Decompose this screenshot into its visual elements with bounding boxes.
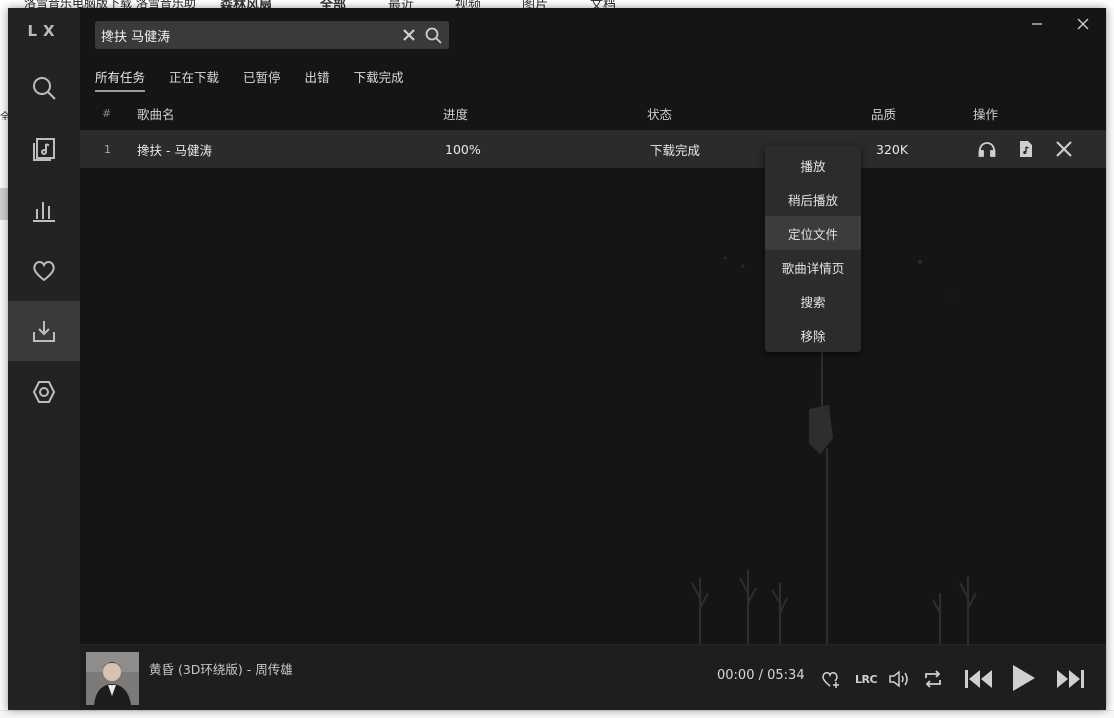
current-time: 00:00: [717, 668, 755, 683]
tab-completed[interactable]: 下载完成: [354, 68, 404, 92]
leaderboard-icon: [33, 202, 55, 222]
tab-all-tasks[interactable]: 所有任务: [95, 68, 146, 92]
next-track-button[interactable]: [1054, 663, 1086, 695]
table-row[interactable]: 1 搀扶 - 马健涛 100% 下载完成 320K: [80, 130, 1106, 168]
row-play-button[interactable]: [975, 130, 999, 168]
background-browser-topbar: 洛雪音乐电脑版下载 洛雪音乐助 森林风扇 全部 最近 视频 图片 文档: [0, 0, 1114, 8]
background-tab: 图片: [522, 0, 549, 8]
background-tab: 全部: [320, 0, 347, 8]
row-progress: 100%: [445, 141, 481, 157]
main-panel: 所有任务 正在下载 已暂停 出错 下载完成 # 歌曲名 进度 状态 品质 操作 …: [80, 8, 1106, 644]
nav-leaderboard[interactable]: [8, 180, 80, 240]
heart-icon: [33, 261, 55, 282]
row-quality: 320K: [876, 141, 909, 157]
sidebar: LX: [8, 8, 80, 710]
row-num: 1: [104, 142, 111, 156]
favorite-button[interactable]: [819, 667, 843, 691]
header-ops: 操作: [973, 106, 999, 122]
minimize-button[interactable]: [1025, 14, 1049, 34]
clear-icon: [403, 29, 415, 41]
volume-icon: [889, 670, 908, 688]
search-clear-button[interactable]: [397, 21, 421, 49]
volume-button[interactable]: [887, 667, 911, 691]
background-side-chip: [0, 188, 8, 220]
header-quality: 品质: [871, 106, 897, 122]
row-song-name: 搀扶 - 马健涛: [137, 142, 212, 158]
background-tab: 文档: [590, 0, 617, 8]
table-header: # 歌曲名 进度 状态 品质 操作: [80, 96, 1106, 130]
nav-search[interactable]: [8, 58, 80, 118]
row-status: 下载完成: [650, 142, 701, 158]
close-icon: [1056, 141, 1072, 157]
lyric-button[interactable]: LRC: [852, 667, 880, 691]
close-icon: [1077, 18, 1089, 30]
previous-track-button[interactable]: [963, 663, 995, 695]
context-menu: 播放 稍后播放 定位文件 歌曲详情页 搜索 移除: [765, 146, 861, 352]
background-tab: 森林风扇: [220, 0, 273, 8]
background-page-title: 洛雪音乐电脑版下载 洛雪音乐助: [24, 0, 196, 8]
nav-song-list[interactable]: [8, 119, 80, 179]
search-button[interactable]: [421, 21, 445, 49]
header-num: #: [102, 106, 112, 120]
settings-icon: [32, 381, 56, 403]
album-cover-image: [86, 652, 139, 705]
playback-time: 00:00 / 05:34: [717, 668, 805, 683]
search-icon: [33, 77, 56, 100]
header-song-name: 歌曲名: [137, 106, 175, 122]
row-open-file-button[interactable]: [1014, 130, 1038, 168]
download-icon: [33, 321, 55, 342]
close-window-button[interactable]: [1071, 14, 1095, 34]
tab-paused[interactable]: 已暂停: [243, 68, 281, 92]
lx-music-window: LX 搀扶 马健涛 所有任务 正在下载 已暂停 出错 下载完成 # 歌曲名 进度…: [8, 8, 1106, 710]
menu-item-remove[interactable]: 移除: [765, 318, 861, 352]
heart-plus-icon: [822, 672, 839, 688]
menu-item-song-detail[interactable]: 歌曲详情页: [765, 250, 861, 284]
headphones-icon: [978, 142, 996, 157]
next-icon: [1057, 670, 1084, 688]
album-cover[interactable]: [86, 652, 139, 705]
header-status: 状态: [647, 106, 673, 122]
player-bar: 黄昏 (3D环绕版) - 周传雄 00:00 / 05:34 LRC: [80, 644, 1106, 710]
nav-favorites[interactable]: [8, 241, 80, 301]
search-input[interactable]: [95, 21, 397, 49]
time-separator: /: [754, 668, 768, 683]
repeat-button[interactable]: [921, 667, 945, 691]
background-tab: 视频: [455, 0, 482, 8]
menu-item-play-later[interactable]: 稍后播放: [765, 182, 861, 216]
menu-item-play[interactable]: 播放: [765, 148, 861, 182]
play-icon: [1013, 665, 1035, 691]
background-right-strip: [1106, 8, 1114, 718]
nav-downloads[interactable]: [8, 301, 80, 361]
search-box: [95, 21, 449, 49]
header-progress: 进度: [443, 106, 469, 122]
minimize-icon: [1032, 23, 1042, 25]
row-remove-button[interactable]: [1052, 130, 1076, 168]
music-file-icon: [1020, 141, 1032, 157]
background-bottom-strip: [0, 710, 1114, 718]
song-list-icon: [33, 138, 55, 161]
app-logo: LX: [27, 22, 61, 40]
play-button[interactable]: [1006, 661, 1040, 695]
repeat-icon: [925, 670, 941, 688]
nav-settings[interactable]: [8, 362, 80, 422]
now-playing-title: 黄昏 (3D环绕版) - 周传雄: [149, 662, 293, 677]
tab-downloading[interactable]: 正在下载: [169, 68, 219, 92]
background-tab: 最近: [388, 0, 415, 8]
download-tabs: 所有任务 正在下载 已暂停 出错 下载完成: [95, 68, 428, 92]
tab-error[interactable]: 出错: [305, 68, 330, 92]
background-side-text: 全: [0, 112, 8, 120]
search-icon: [425, 27, 442, 44]
previous-icon: [965, 670, 992, 688]
menu-item-search[interactable]: 搜索: [765, 284, 861, 318]
duration: 05:34: [767, 668, 805, 683]
menu-item-locate-file[interactable]: 定位文件: [765, 216, 861, 250]
